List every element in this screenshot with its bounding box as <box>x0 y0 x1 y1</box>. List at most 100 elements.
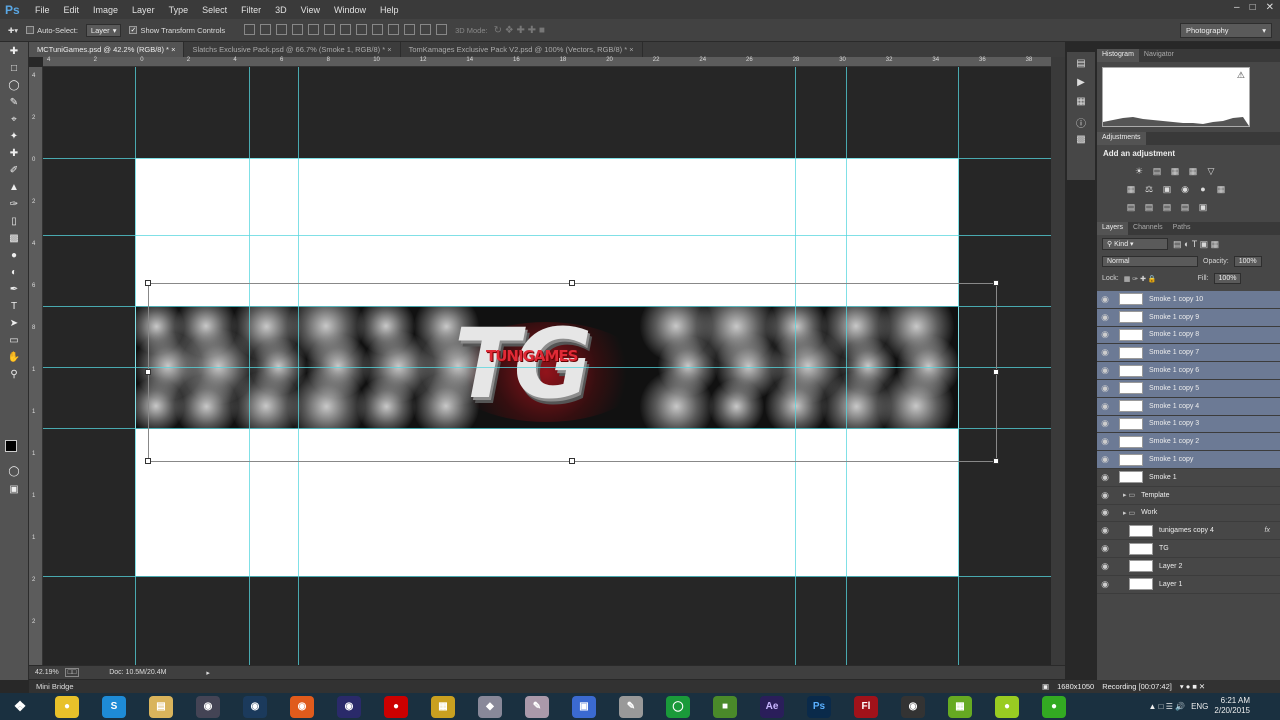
app-icon-11[interactable]: ● <box>995 695 1019 718</box>
bw-icon[interactable]: ▣ <box>1161 184 1173 194</box>
canvas-area[interactable]: TG TUNIGAMES <box>43 67 1051 665</box>
guide-line-horizontal[interactable] <box>43 367 1051 368</box>
menu-3d[interactable]: 3D <box>268 5 294 15</box>
app-icon-6[interactable]: ▣ <box>572 695 596 718</box>
app-icon-3[interactable]: ▦ <box>431 695 455 718</box>
status-arrow-icon[interactable]: ▸ <box>206 669 210 677</box>
origin-icon[interactable]: ◉ <box>290 695 314 718</box>
layer-row[interactable]: ◉ ▸ ▭ Template <box>1097 487 1280 505</box>
crop-icon[interactable]: ⌖ <box>5 112 23 127</box>
visibility-eye-icon[interactable]: ◉ <box>1097 525 1113 536</box>
foreground-color-swatch[interactable] <box>5 440 17 452</box>
clone-stamp-icon[interactable]: ▲ <box>5 180 23 195</box>
shape-icon[interactable]: ▭ <box>5 333 23 348</box>
layer-name[interactable]: Template <box>1141 492 1169 499</box>
visibility-eye-icon[interactable]: ◉ <box>1097 490 1113 501</box>
menu-type[interactable]: Type <box>162 5 196 15</box>
auto-select-target-dropdown[interactable]: Layer ▾ <box>85 23 122 37</box>
layer-name[interactable]: Smoke 1 <box>1149 474 1177 481</box>
warning-icon[interactable]: ⚠ <box>1237 70 1245 81</box>
visibility-eye-icon[interactable]: ◉ <box>1097 454 1113 465</box>
status-options-icon[interactable]: □□ <box>64 668 80 677</box>
layer-name[interactable]: Layer 2 <box>1159 563 1182 570</box>
visibility-eye-icon[interactable]: ◉ <box>1097 365 1113 376</box>
menu-filter[interactable]: Filter <box>234 5 268 15</box>
layer-name[interactable]: TG <box>1159 545 1169 552</box>
layer-name[interactable]: Smoke 1 copy 6 <box>1149 367 1199 374</box>
layer-row[interactable]: ◉ Smoke 1 copy 7 <box>1097 344 1280 363</box>
visibility-eye-icon[interactable]: ◉ <box>1097 472 1113 483</box>
tab-close-icon[interactable]: × <box>387 45 391 54</box>
recorder-controls-icon[interactable]: ▾ ● ■ ✕ <box>1180 682 1205 691</box>
app-icon-2[interactable]: ◉ <box>337 695 361 718</box>
vibrance-icon[interactable]: ▽ <box>1205 166 1217 176</box>
eyedropper-icon[interactable]: ✦ <box>5 129 23 144</box>
color-lookup-icon[interactable]: ▦ <box>1215 184 1227 194</box>
move-icon[interactable]: ✚ <box>5 44 23 59</box>
transform-handle[interactable] <box>145 280 151 286</box>
guide-line-horizontal[interactable] <box>43 576 1051 577</box>
marquee-icon[interactable]: □ <box>5 61 23 76</box>
layer-name[interactable]: Smoke 1 copy <box>1149 456 1193 463</box>
quick-select-icon[interactable]: ✎ <box>5 95 23 110</box>
start-button-icon[interactable]: ❖ <box>8 696 32 718</box>
levels-icon[interactable]: ▤ <box>1151 166 1163 176</box>
gradient-map-icon[interactable]: ▤ <box>1179 202 1191 212</box>
history-icon[interactable]: ▤ <box>1074 58 1088 71</box>
layer-row[interactable]: ◉ tunigames copy 4 fx <box>1097 522 1280 541</box>
menu-help[interactable]: Help <box>373 5 406 15</box>
layer-row[interactable]: ◉ Smoke 1 <box>1097 469 1280 487</box>
tab-adjustments[interactable]: Adjustments <box>1097 132 1146 145</box>
kind-filter-dropdown[interactable]: ⚲ Kind ▾ <box>1102 238 1168 250</box>
layer-row[interactable]: ◉ Smoke 1 copy <box>1097 451 1280 469</box>
fill-value[interactable]: 100% <box>1213 273 1242 284</box>
gradient-icon[interactable]: ▩ <box>5 231 23 246</box>
layer-row[interactable]: ◉ Smoke 1 copy 5 <box>1097 379 1280 398</box>
hue-sat-icon[interactable]: ▦ <box>1125 184 1137 194</box>
path-select-icon[interactable]: ➤ <box>5 316 23 331</box>
layer-row[interactable]: ◉ Smoke 1 copy 8 <box>1097 326 1280 345</box>
guide-line-horizontal[interactable] <box>43 235 1051 236</box>
layer-row[interactable]: ◉ Smoke 1 copy 10 <box>1097 291 1280 309</box>
folder-icon[interactable]: ▸ ▭ <box>1123 491 1135 499</box>
menu-window[interactable]: Window <box>327 5 373 15</box>
mini-bridge-tab[interactable]: Mini Bridge <box>29 680 1065 693</box>
tab-histogram[interactable]: Histogram <box>1097 49 1139 62</box>
transform-handle[interactable] <box>993 458 999 464</box>
curves-icon[interactable]: ▦ <box>1169 166 1181 176</box>
eraser-icon[interactable]: ▯ <box>5 214 23 229</box>
visibility-eye-icon[interactable]: ◉ <box>1097 507 1113 518</box>
tab-channels[interactable]: Channels <box>1128 222 1168 235</box>
maximize-icon[interactable]: □ <box>1250 2 1256 13</box>
layer-row[interactable]: ◉ TG <box>1097 540 1280 558</box>
transform-handle[interactable] <box>569 458 575 464</box>
exposure-icon[interactable]: ▦ <box>1187 166 1199 176</box>
flash-icon[interactable]: Fl <box>854 695 878 718</box>
ruler-vertical[interactable]: 4 2 0 2 4 6 8 1 1 1 1 1 2 2 <box>29 67 43 665</box>
layer-name[interactable]: Work <box>1141 509 1157 516</box>
tab-paths[interactable]: Paths <box>1168 222 1196 235</box>
close-icon[interactable]: ✕ <box>1266 2 1274 13</box>
brightness-icon[interactable]: ☀ <box>1133 166 1145 176</box>
align-right-icon[interactable] <box>324 23 336 35</box>
visibility-eye-icon[interactable]: ◉ <box>1097 561 1113 572</box>
transform-handle[interactable] <box>993 369 999 375</box>
dodge-icon[interactable]: ◐ <box>5 265 23 280</box>
layer-name[interactable]: Smoke 1 copy 9 <box>1149 314 1199 321</box>
auto-select-checkbox[interactable] <box>26 26 35 34</box>
distribute-top-icon[interactable] <box>340 23 352 35</box>
distribute-center-icon[interactable] <box>356 23 368 35</box>
app-icon-4[interactable]: ◆ <box>478 695 502 718</box>
after-effects-icon[interactable]: Ae <box>760 695 784 718</box>
app-icon-12[interactable]: ● <box>1042 695 1066 718</box>
align-vcenter-icon[interactable] <box>260 23 272 35</box>
recorder-icon[interactable]: ▣ <box>1042 682 1049 691</box>
color-balance-icon[interactable]: ⚖ <box>1143 184 1155 194</box>
folder-icon[interactable]: ▤ <box>149 695 173 718</box>
posterize-icon[interactable]: ▤ <box>1143 202 1155 212</box>
threshold-icon[interactable]: ▤ <box>1161 202 1173 212</box>
auto-select-option[interactable]: Auto-Select: <box>26 26 78 35</box>
menu-file[interactable]: File <box>28 5 57 15</box>
app-icon-7[interactable]: ✎ <box>619 695 643 718</box>
layer-name[interactable]: Smoke 1 copy 2 <box>1149 438 1199 445</box>
